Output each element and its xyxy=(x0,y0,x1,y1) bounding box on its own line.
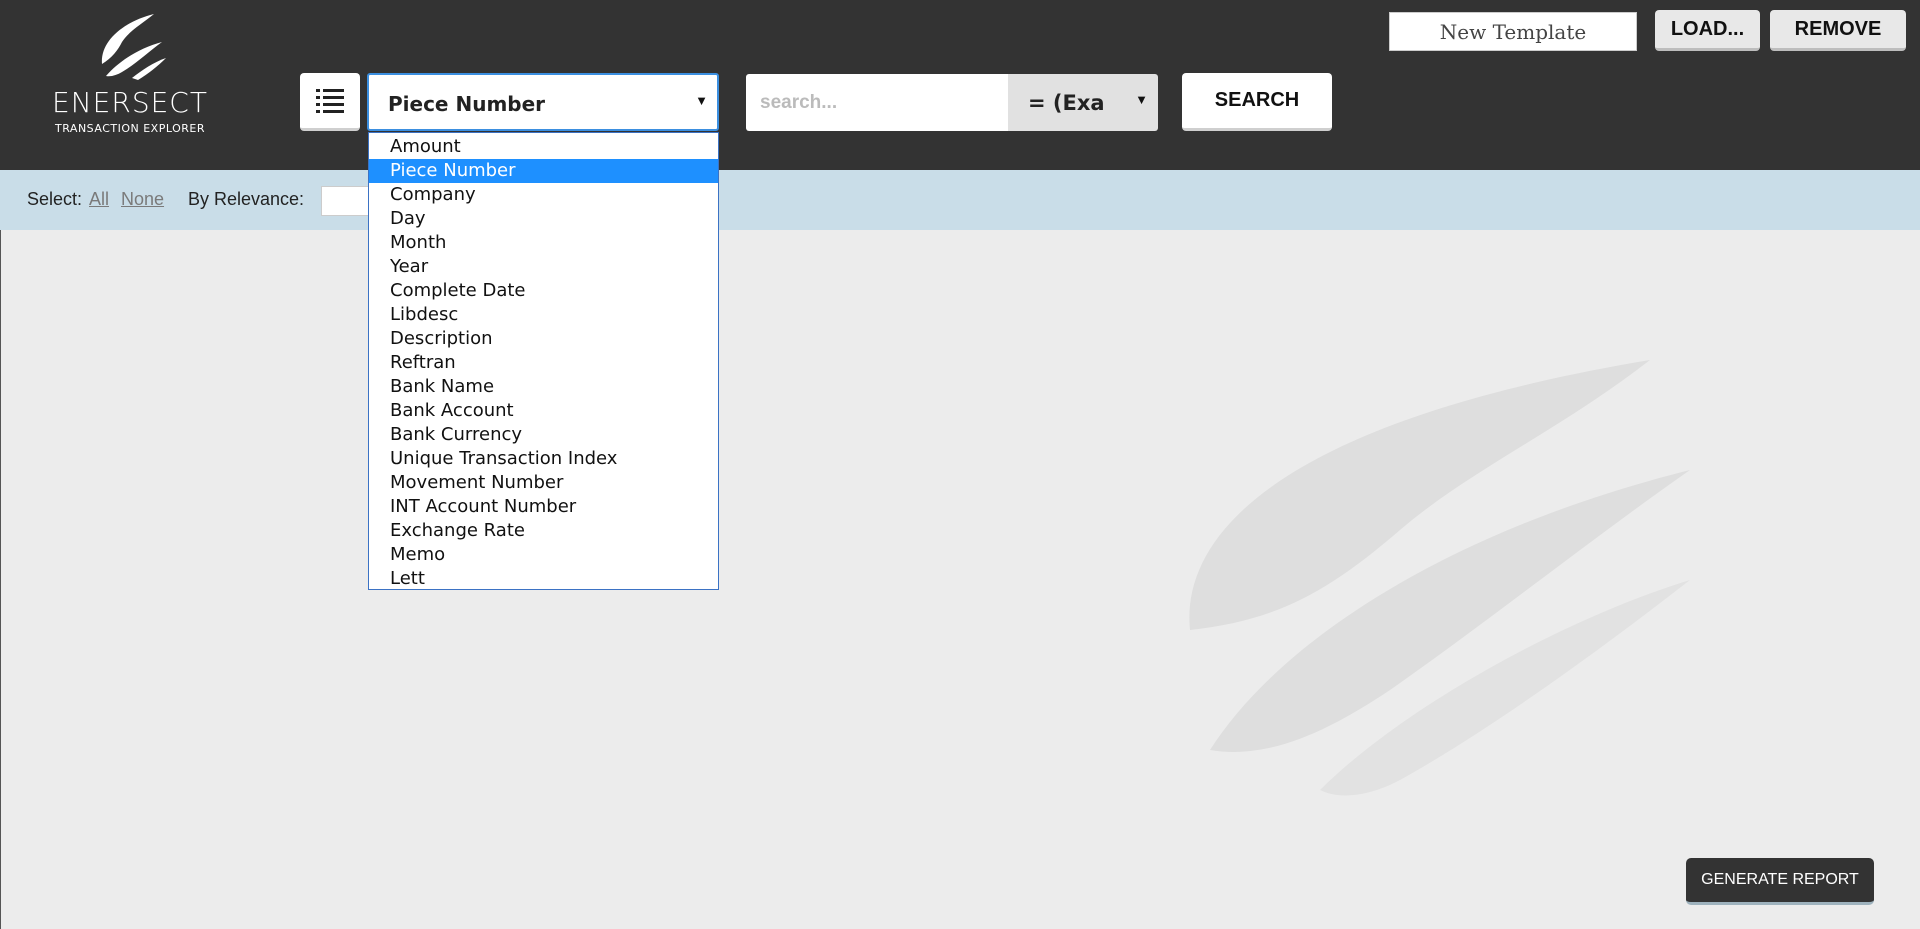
dropdown-option[interactable]: Bank Account xyxy=(369,399,718,423)
template-name-input[interactable] xyxy=(1389,12,1637,51)
relevance-label: By Relevance: xyxy=(188,189,305,209)
selection-toolbar: Select: All None By Relevance: xyxy=(0,170,1920,230)
search-input[interactable] xyxy=(746,74,1008,131)
dropdown-option[interactable]: Month xyxy=(369,231,718,255)
generate-report-button[interactable]: GENERATE REPORT xyxy=(1686,858,1874,905)
remove-button[interactable]: REMOVE xyxy=(1770,10,1906,51)
watermark-logo-icon xyxy=(1189,360,1690,796)
dropdown-option[interactable]: Description xyxy=(369,327,718,351)
dropdown-option[interactable]: Bank Currency xyxy=(369,423,718,447)
list-icon xyxy=(316,88,344,113)
select-label: Select: xyxy=(27,189,83,209)
dropdown-option[interactable]: Amount xyxy=(369,135,718,159)
dropdown-option[interactable]: Complete Date xyxy=(369,279,718,303)
field-select-value: Piece Number xyxy=(388,92,546,116)
operator-select[interactable]: = (Exa ▼ xyxy=(1008,74,1158,131)
dropdown-option[interactable]: Unique Transaction Index xyxy=(369,447,718,471)
enersect-logo-icon xyxy=(101,14,166,80)
header: ENERSECT TRANSACTION EXPLORER Piece Numb… xyxy=(0,0,1920,170)
brand-logo[interactable]: ENERSECT TRANSACTION EXPLORER xyxy=(40,12,220,142)
dropdown-option[interactable]: Day xyxy=(369,207,718,231)
dropdown-option[interactable]: Company xyxy=(369,183,718,207)
dropdown-option[interactable]: INT Account Number xyxy=(369,495,718,519)
search-button[interactable]: SEARCH xyxy=(1182,73,1332,131)
dropdown-option[interactable]: Reftran xyxy=(369,351,718,375)
dropdown-option[interactable]: Year xyxy=(369,255,718,279)
select-none-link[interactable]: None xyxy=(121,189,164,210)
relevance-input[interactable] xyxy=(321,186,371,216)
dropdown-option[interactable]: Lett xyxy=(369,567,718,591)
left-border xyxy=(0,230,1,929)
load-button[interactable]: LOAD... xyxy=(1655,10,1760,51)
dropdown-option[interactable]: Movement Number xyxy=(369,471,718,495)
field-dropdown-list[interactable]: Amount Piece Number Company Day Month Year Com… xyxy=(368,132,719,590)
select-all-link[interactable]: All xyxy=(89,189,109,210)
brand-name: ENERSECT xyxy=(52,86,208,119)
chevron-down-icon: ▼ xyxy=(695,93,708,108)
field-select[interactable]: Piece Number ▼ xyxy=(367,73,719,131)
chevron-down-icon: ▼ xyxy=(1135,92,1148,107)
brand-subtitle: TRANSACTION EXPLORER xyxy=(55,122,205,135)
operator-select-value: = (Exa xyxy=(1028,91,1105,115)
dropdown-option[interactable]: Memo xyxy=(369,543,718,567)
dropdown-option[interactable]: Piece Number xyxy=(369,159,718,183)
dropdown-option[interactable]: Libdesc xyxy=(369,303,718,327)
dropdown-option[interactable]: Bank Name xyxy=(369,375,718,399)
dropdown-option[interactable]: Exchange Rate xyxy=(369,519,718,543)
field-list-button[interactable] xyxy=(300,73,360,131)
